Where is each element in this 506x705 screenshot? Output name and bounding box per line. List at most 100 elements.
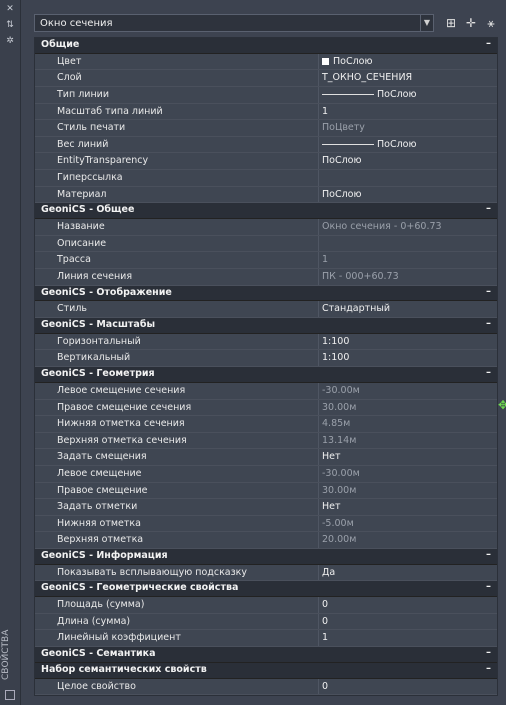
property-row[interactable]: Верхняя отметка 20.00м: [35, 532, 497, 549]
section-header[interactable]: GeoniCS - Геометрия –: [35, 367, 497, 383]
collapse-icon[interactable]: –: [486, 286, 491, 297]
property-row[interactable]: Трасса 1: [35, 252, 497, 269]
property-value[interactable]: 1: [322, 106, 328, 117]
section-header[interactable]: GeoniCS - Отображение –: [35, 285, 497, 302]
quick-select-icon[interactable]: ⚹: [484, 16, 498, 30]
settings-icon[interactable]: ✲: [4, 36, 16, 46]
property-label: Показывать всплывающую подсказку: [57, 566, 248, 578]
property-value[interactable]: 1:100: [322, 336, 349, 347]
property-value[interactable]: ПоСлою: [322, 155, 361, 166]
property-row[interactable]: Стиль печати ПоЦвету: [35, 120, 497, 137]
property-value[interactable]: 1: [322, 632, 328, 643]
property-value[interactable]: Окно сечения - 0+60.73: [322, 221, 442, 232]
property-label: Стиль: [57, 303, 88, 315]
property-value[interactable]: 1:100: [322, 352, 349, 363]
property-value[interactable]: 0: [322, 599, 328, 610]
collapse-icon[interactable]: –: [486, 38, 491, 49]
property-value-text: 4.85м: [322, 418, 351, 430]
toggle-pickadd-icon[interactable]: ⊞: [444, 16, 458, 30]
property-value[interactable]: Т_ОКНО_СЕЧЕНИЯ: [322, 72, 412, 83]
property-label: Линейный коэффициент: [57, 632, 181, 644]
collapse-icon[interactable]: –: [486, 367, 491, 378]
object-type-select[interactable]: Окно сечения ▼: [34, 14, 434, 32]
property-row[interactable]: Правое смещение 30.00м: [35, 482, 497, 500]
property-row[interactable]: Вес линий ПоСлою: [35, 136, 497, 154]
section-header[interactable]: GeoniCS - Семантика –: [35, 647, 497, 663]
property-label: Длина (сумма): [57, 615, 131, 627]
palette-menu-icon[interactable]: [5, 690, 15, 700]
section-header[interactable]: GeoniCS - Общее –: [35, 203, 497, 220]
property-value[interactable]: ПоЦвету: [322, 122, 365, 133]
property-row[interactable]: Линейный коэффициент 1: [35, 630, 497, 648]
property-value[interactable]: 20.00м: [322, 534, 356, 545]
property-value-text: 20.00м: [322, 534, 357, 546]
property-value[interactable]: ПоСлою: [322, 189, 361, 200]
property-row[interactable]: EntityTransparency ПоСлою: [35, 153, 497, 171]
property-row[interactable]: Левое смещение -30.00м: [35, 465, 497, 483]
toolbar: Окно сечения ▼ ⊞ ✛ ⚹: [34, 14, 502, 34]
property-row[interactable]: Горизонтальный 1:100: [35, 333, 497, 351]
property-row[interactable]: Линия сечения ПК - 000+60.73: [35, 268, 497, 286]
property-row[interactable]: Тип линии ПоСлою: [35, 87, 497, 104]
property-row[interactable]: Нижняя отметка -5.00м: [35, 515, 497, 533]
collapse-icon[interactable]: –: [486, 663, 491, 674]
property-row[interactable]: Нижняя отметка сечения 4.85м: [35, 416, 497, 433]
property-value[interactable]: ПоСлою: [322, 56, 372, 67]
property-value[interactable]: -5.00м: [322, 518, 354, 529]
property-row[interactable]: Левое смещение сечения -30.00м: [35, 382, 497, 400]
property-value[interactable]: 13.14м: [322, 435, 356, 446]
property-row[interactable]: Показывать всплывающую подсказку Да: [35, 564, 497, 582]
property-value[interactable]: Нет: [322, 501, 341, 512]
collapse-icon[interactable]: –: [486, 318, 491, 329]
collapse-icon[interactable]: –: [486, 647, 491, 658]
property-value[interactable]: 0: [322, 616, 328, 627]
property-value[interactable]: ПоСлою: [322, 139, 416, 150]
property-value-text: Стандартный: [322, 303, 391, 315]
section-header[interactable]: GeoniCS - Информация –: [35, 548, 497, 565]
chevron-down-icon[interactable]: ▼: [420, 15, 433, 31]
collapse-icon[interactable]: –: [486, 549, 491, 560]
property-value[interactable]: 1: [322, 254, 328, 265]
collapse-icon[interactable]: –: [486, 581, 491, 592]
property-row[interactable]: Задать отметки Нет: [35, 499, 497, 516]
property-value[interactable]: Да: [322, 567, 335, 578]
autohide-icon[interactable]: ⇅: [4, 20, 16, 30]
collapse-icon[interactable]: –: [486, 203, 491, 214]
property-row[interactable]: Масштаб типа линий 1: [35, 103, 497, 121]
section-title: Набор семантических свойств: [41, 663, 207, 675]
property-row[interactable]: Правое смещение сечения 30.00м: [35, 399, 497, 417]
section-title: GeoniCS - Геометрические свойства: [41, 582, 239, 594]
property-value[interactable]: 30.00м: [322, 402, 356, 413]
close-icon[interactable]: ✕: [4, 4, 16, 14]
property-value[interactable]: -30.00м: [322, 385, 360, 396]
section-header[interactable]: Набор семантических свойств –: [35, 662, 497, 679]
property-value[interactable]: 30.00м: [322, 485, 356, 496]
property-row[interactable]: Вертикальный 1:100: [35, 350, 497, 368]
property-row[interactable]: Описание: [35, 235, 497, 253]
property-row[interactable]: Задать смещения Нет: [35, 449, 497, 466]
property-row[interactable]: Стиль Стандартный: [35, 301, 497, 318]
property-label: Название: [57, 221, 105, 233]
section-header[interactable]: GeoniCS - Масштабы –: [35, 317, 497, 334]
property-row[interactable]: Материал ПоСлою: [35, 186, 497, 204]
property-value[interactable]: 4.85м: [322, 418, 350, 429]
property-row[interactable]: Гиперссылка: [35, 170, 497, 187]
property-value[interactable]: ПК - 000+60.73: [322, 271, 399, 282]
property-value[interactable]: 0: [322, 681, 328, 692]
property-row[interactable]: Площадь (сумма) 0: [35, 597, 497, 614]
section-header[interactable]: GeoniCS - Геометрические свойства –: [35, 581, 497, 598]
property-value[interactable]: Нет: [322, 451, 341, 462]
property-value[interactable]: -30.00м: [322, 468, 360, 479]
property-row[interactable]: Цвет ПоСлою: [35, 53, 497, 71]
property-row[interactable]: Название Окно сечения - 0+60.73: [35, 219, 497, 236]
select-objects-icon[interactable]: ✛: [464, 16, 478, 30]
section-header[interactable]: Общие –: [35, 38, 497, 54]
property-row[interactable]: Слой Т_ОКНО_СЕЧЕНИЯ: [35, 70, 497, 88]
property-row[interactable]: Целое свойство 0: [35, 678, 497, 696]
column-divider: [318, 432, 319, 449]
property-row[interactable]: Верхняя отметка сечения 13.14м: [35, 432, 497, 450]
resize-grip-icon[interactable]: ✥: [498, 398, 506, 412]
property-value[interactable]: ПоСлою: [322, 89, 416, 100]
property-value[interactable]: Стандартный: [322, 303, 390, 314]
property-row[interactable]: Длина (сумма) 0: [35, 613, 497, 631]
